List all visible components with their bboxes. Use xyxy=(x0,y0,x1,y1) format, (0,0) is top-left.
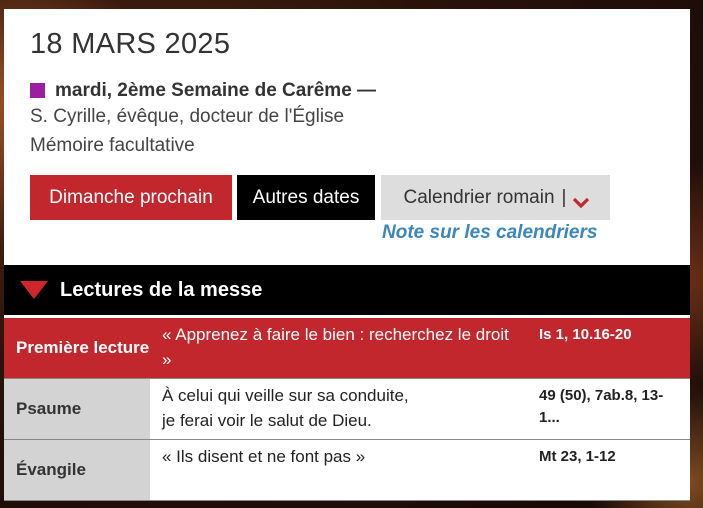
triangle-down-icon xyxy=(20,281,48,299)
calendar-select-button[interactable]: Calendrier romain | xyxy=(381,175,610,220)
reading-reference[interactable]: Mt 23, 1-12 xyxy=(539,446,684,468)
reading-text[interactable]: « Apprenez à faire le bien : recherchez … xyxy=(162,322,522,372)
psalm-line-2: je ferai voir le salut de Dieu. xyxy=(162,411,372,430)
reading-label: Première lecture xyxy=(16,338,150,357)
saint-of-day: S. Cyrille, évêque, docteur de l'Église xyxy=(30,106,345,127)
psalm-line-1: À celui qui veille sur sa conduite, xyxy=(162,386,409,405)
reading-row-gospel[interactable]: Évangile « Ils disent et ne font pas » M… xyxy=(4,440,690,501)
season-label: mardi, 2ème Semaine de Carême — xyxy=(55,80,377,101)
reading-label: Évangile xyxy=(4,440,150,500)
page-title: 18 MARS 2025 xyxy=(30,28,231,60)
celebration-rank: Mémoire facultative xyxy=(30,135,195,156)
calendar-note-link[interactable]: Note sur les calendriers xyxy=(382,222,597,244)
reading-row-first[interactable]: Première lecture « Apprenez à faire le b… xyxy=(4,318,690,378)
reading-text[interactable]: À celui qui veille sur sa conduite, je f… xyxy=(162,383,522,433)
reading-reference[interactable]: Is 1, 10.16-20 xyxy=(539,324,684,346)
other-dates-button[interactable]: Autres dates xyxy=(237,175,375,220)
reading-row-psalm[interactable]: Psaume À celui qui veille sur sa conduit… xyxy=(4,378,690,440)
chevron-down-icon xyxy=(573,193,590,208)
readings-section-header[interactable]: Lectures de la messe xyxy=(4,265,690,315)
liturgical-day: mardi, 2ème Semaine de Carême — xyxy=(30,80,376,102)
readings-title: Lectures de la messe xyxy=(60,278,263,301)
next-sunday-button[interactable]: Dimanche prochain xyxy=(30,175,232,220)
calendar-separator: | xyxy=(561,186,567,208)
calendar-label: Calendrier romain xyxy=(403,186,555,208)
reading-reference[interactable]: 49 (50), 7ab.8, 13-1... xyxy=(539,385,684,429)
reading-text[interactable]: « Ils disent et ne font pas » xyxy=(162,444,522,469)
reading-label: Psaume xyxy=(4,379,150,439)
liturgical-color-square xyxy=(30,82,45,98)
